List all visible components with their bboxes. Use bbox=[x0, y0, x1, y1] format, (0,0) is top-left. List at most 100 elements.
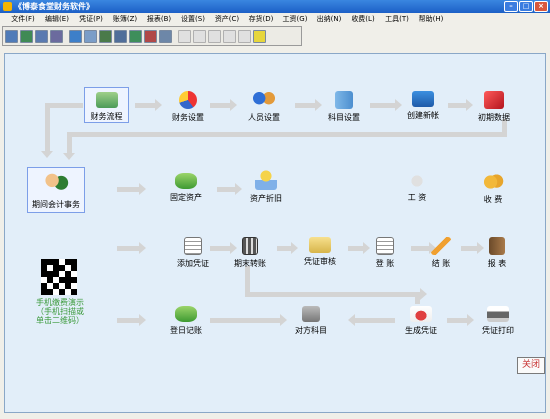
print-icon[interactable] bbox=[159, 29, 172, 43]
ledger-icon[interactable] bbox=[20, 29, 33, 43]
refresh-icon[interactable] bbox=[69, 29, 82, 43]
arrow bbox=[117, 183, 146, 195]
save-icon[interactable] bbox=[178, 29, 191, 43]
journal-icon bbox=[175, 306, 197, 322]
flow-panel: 财务流程 财务设置 人员设置 科目设置 创建新帐 初期数据 期间会计事务 固定资… bbox=[4, 53, 546, 413]
node-salary[interactable]: 工 资 bbox=[397, 173, 437, 203]
status-bar bbox=[0, 413, 550, 419]
edit-icon[interactable] bbox=[35, 29, 48, 43]
help-icon[interactable] bbox=[253, 29, 266, 43]
node-create-ledger[interactable]: 创建新帐 bbox=[397, 91, 449, 121]
node-label: 添加凭证 bbox=[177, 259, 209, 268]
node-label: 资产折旧 bbox=[250, 194, 282, 203]
menu-report[interactable]: 报表(B) bbox=[142, 13, 176, 25]
maximize-button[interactable]: □ bbox=[519, 1, 533, 12]
table-icon[interactable] bbox=[114, 29, 127, 43]
node-print-voucher[interactable]: 凭证打印 bbox=[471, 306, 525, 336]
printer-icon bbox=[487, 306, 509, 322]
node-label: 登日记账 bbox=[170, 326, 202, 335]
notepad-icon bbox=[184, 237, 202, 255]
node-initial-data[interactable]: 初期数据 bbox=[467, 91, 521, 123]
node-label: 凭证审核 bbox=[304, 257, 336, 266]
menu-inventory[interactable]: 存货(D) bbox=[244, 13, 278, 25]
arrow-head bbox=[63, 153, 75, 160]
close-button[interactable]: 关闭 bbox=[517, 357, 545, 374]
menu-edit[interactable]: 编辑(E) bbox=[40, 13, 74, 25]
people-icon bbox=[252, 91, 276, 109]
mobile-payment-promo[interactable]: 手机缴费演示 （手机扫描或 单击二维码） bbox=[25, 298, 95, 325]
menu-file[interactable]: 文件(F) bbox=[6, 13, 40, 25]
menu-assets[interactable]: 资产(C) bbox=[210, 13, 244, 25]
node-account-settings[interactable]: 科目设置 bbox=[317, 91, 371, 123]
node-posting[interactable]: 登 账 bbox=[365, 237, 405, 269]
node-label: 创建新帐 bbox=[407, 111, 439, 120]
menu-help[interactable]: 帮助(H) bbox=[414, 13, 448, 25]
pie-chart-icon bbox=[179, 91, 197, 109]
node-asset-depreciation[interactable]: 资产折旧 bbox=[240, 170, 292, 204]
user-icon[interactable] bbox=[84, 29, 97, 43]
menu-settings[interactable]: 设置(S) bbox=[176, 13, 210, 25]
menu-ledger[interactable]: 账簿(Z) bbox=[108, 13, 142, 25]
arrow bbox=[210, 99, 237, 111]
connector-line bbox=[415, 292, 420, 304]
folder-icon bbox=[309, 237, 331, 253]
menu-charges[interactable]: 收费(L) bbox=[346, 13, 380, 25]
list-icon bbox=[335, 91, 353, 109]
node-generate-voucher[interactable]: 生成凭证 bbox=[393, 306, 449, 336]
node-closing[interactable]: 结 账 bbox=[421, 237, 461, 269]
node-daily-journal[interactable]: 登日记账 bbox=[160, 306, 212, 336]
promo-line: 手机缴费演示 bbox=[36, 298, 84, 307]
report-icon[interactable] bbox=[99, 29, 112, 43]
node-staff-settings[interactable]: 人员设置 bbox=[237, 91, 291, 123]
node-finance-process[interactable]: 财务流程 bbox=[84, 87, 129, 123]
cut-icon[interactable] bbox=[208, 29, 221, 43]
node-label: 对方科目 bbox=[295, 326, 327, 335]
arrow bbox=[295, 99, 322, 111]
node-add-voucher[interactable]: 添加凭证 bbox=[171, 237, 215, 269]
node-label: 报 表 bbox=[487, 259, 507, 268]
window-close-button[interactable]: × bbox=[534, 1, 548, 12]
copy-icon[interactable] bbox=[223, 29, 236, 43]
title-bar: 《博泰食堂财务软件》 – □ × bbox=[0, 0, 550, 13]
node-counter-account[interactable]: 对方科目 bbox=[281, 306, 341, 336]
connector-line bbox=[245, 292, 375, 297]
cloud-sun-icon bbox=[255, 170, 277, 190]
promo-line: 单击二维码） bbox=[36, 316, 84, 325]
toolbar bbox=[2, 26, 302, 46]
voucher-icon[interactable] bbox=[5, 29, 18, 43]
book-icon[interactable] bbox=[144, 29, 157, 43]
menu-tools[interactable]: 工具(T) bbox=[380, 13, 414, 25]
coins-icon bbox=[406, 173, 428, 189]
phone-icon bbox=[302, 306, 320, 322]
bar-chart-icon bbox=[484, 91, 504, 109]
arrow-head bbox=[41, 151, 53, 158]
arrow bbox=[348, 242, 370, 254]
connector-line bbox=[67, 132, 72, 154]
promo-line: （手机扫描或 bbox=[36, 307, 84, 316]
node-label: 工 资 bbox=[407, 193, 427, 202]
pencil-icon[interactable] bbox=[193, 29, 206, 43]
node-finance-settings[interactable]: 财务设置 bbox=[163, 91, 213, 123]
monitor-chart-icon bbox=[412, 91, 434, 107]
node-label: 收 费 bbox=[483, 195, 503, 204]
node-label: 登 账 bbox=[375, 259, 395, 268]
node-fixed-assets[interactable]: 固定资产 bbox=[160, 173, 212, 203]
node-charges[interactable]: 收 费 bbox=[473, 173, 513, 205]
menu-salary[interactable]: 工资(G) bbox=[278, 13, 312, 25]
node-label: 生成凭证 bbox=[405, 326, 437, 335]
menu-cashier[interactable]: 出纳(N) bbox=[312, 13, 346, 25]
minimize-button[interactable]: – bbox=[504, 1, 518, 12]
node-reports[interactable]: 报 表 bbox=[477, 237, 517, 269]
node-voucher-audit[interactable]: 凭证审核 bbox=[293, 237, 347, 267]
app-icon bbox=[3, 2, 12, 11]
arrow bbox=[461, 242, 484, 254]
tools-icon[interactable] bbox=[50, 29, 63, 43]
paste-icon[interactable] bbox=[238, 29, 251, 43]
chart-icon[interactable] bbox=[129, 29, 142, 43]
ledger-page-icon bbox=[376, 237, 394, 255]
menu-voucher[interactable]: 凭证(P) bbox=[74, 13, 108, 25]
node-label: 初期数据 bbox=[478, 113, 510, 122]
node-period-transfer[interactable]: 期末转账 bbox=[228, 237, 272, 269]
node-period-accounting[interactable]: 期间会计事务 bbox=[27, 167, 85, 213]
qr-code[interactable] bbox=[41, 259, 77, 295]
